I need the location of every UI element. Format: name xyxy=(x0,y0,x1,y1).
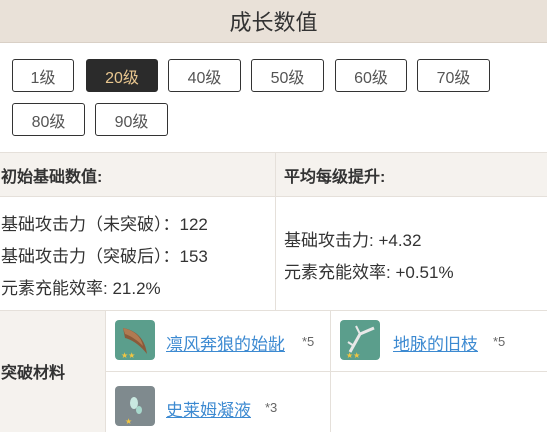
table-divider xyxy=(0,152,547,153)
initial-stat-line: 基础攻击力（未突破）：122 xyxy=(1,215,208,234)
level-button-20[interactable]: 20级 xyxy=(86,59,158,92)
table-divider xyxy=(0,310,547,311)
per-level-stat-line: 元素充能效率: +0.51% xyxy=(284,263,454,282)
level-button-90[interactable]: 90级 xyxy=(95,103,168,136)
material-name-link[interactable]: 史莱姆凝液 xyxy=(166,396,251,421)
svg-text:★★: ★★ xyxy=(121,351,135,360)
material-name-link[interactable]: 凛风奔狼的始龀 xyxy=(166,330,285,355)
material-item[interactable]: ★★ 地脉的旧枝 *5 xyxy=(331,310,547,371)
material-name-link[interactable]: 地脉的旧枝 xyxy=(393,330,478,355)
slime-condensate-icon: ★ xyxy=(115,386,155,426)
per-level-header: 平均每级提升: xyxy=(276,153,547,196)
material-count: *5 xyxy=(493,334,506,349)
initial-stats-cell: 基础攻击力（未突破）：122 基础攻击力（突破后）：153 元素充能效率: 21… xyxy=(0,196,275,310)
initial-stat-line: 基础攻击力（突破后）：153 xyxy=(1,247,208,266)
section-title: 成长数值 xyxy=(0,0,547,43)
table-divider xyxy=(105,310,106,432)
level-button-40[interactable]: 40级 xyxy=(168,59,241,92)
per-level-stats-cell: 基础攻击力: +4.32 元素充能效率: +0.51% xyxy=(276,196,547,310)
level-button-80[interactable]: 80级 xyxy=(12,103,85,136)
table-divider xyxy=(275,153,276,310)
per-level-header-text: 平均每级提升: xyxy=(284,168,386,186)
level-button-60[interactable]: 60级 xyxy=(335,59,407,92)
level-button-1[interactable]: 1级 xyxy=(12,59,74,92)
svg-text:★★: ★★ xyxy=(346,351,360,360)
per-level-stat-line: 基础攻击力: +4.32 xyxy=(284,231,422,250)
initial-stats-header-text: 初始基础数值: xyxy=(1,168,103,186)
material-item[interactable]: ★★ 凛风奔狼的始龀 *5 xyxy=(105,310,330,371)
materials-label-text: 突破材料 xyxy=(1,365,66,382)
material-item[interactable]: ★ 史莱姆凝液 *3 xyxy=(105,372,330,432)
level-selector: 1级 20级 40级 50级 60级 70级 80级 90级 xyxy=(0,43,547,153)
initial-stats-header: 初始基础数值: xyxy=(0,153,275,196)
ley-line-branch-icon: ★★ xyxy=(340,320,380,360)
materials-label: 突破材料 xyxy=(0,310,105,432)
table-divider xyxy=(0,196,547,197)
level-button-50[interactable]: 50级 xyxy=(251,59,324,92)
table-divider xyxy=(330,310,331,432)
svg-text:★: ★ xyxy=(125,417,132,426)
section-title-text: 成长数值 xyxy=(229,10,318,35)
material-count: *5 xyxy=(302,334,315,349)
material-count: *3 xyxy=(265,400,278,415)
level-button-70[interactable]: 70级 xyxy=(417,59,490,92)
wolf-tooth-icon: ★★ xyxy=(115,320,155,360)
initial-stat-line: 元素充能效率: 21.2% xyxy=(1,279,161,298)
table-divider xyxy=(105,371,547,372)
